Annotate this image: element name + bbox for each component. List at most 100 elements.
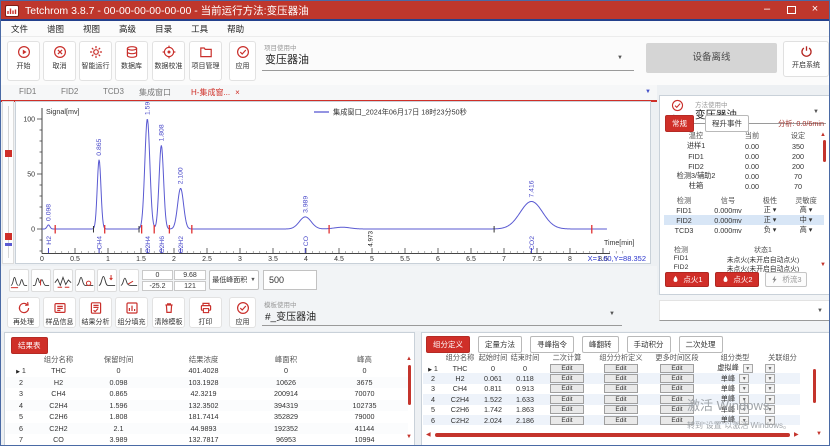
edit-button[interactable]: Edit bbox=[660, 405, 694, 414]
edit-button[interactable]: Edit bbox=[604, 384, 638, 393]
scroll-up-icon[interactable]: ▲ bbox=[406, 356, 412, 362]
tab-tcd3[interactable]: TCD3 bbox=[103, 87, 124, 96]
scroll-down-icon[interactable]: ▼ bbox=[816, 431, 822, 437]
tab--[interactable]: 集成窗口 bbox=[139, 87, 171, 98]
ignite-button-2[interactable]: 点火2 bbox=[715, 272, 759, 287]
scroll-right-icon[interactable]: ▶ bbox=[794, 432, 799, 438]
min-area-input[interactable] bbox=[263, 270, 317, 290]
definition-tab-5[interactable]: 手动积分 bbox=[627, 336, 671, 353]
edit-button[interactable]: Edit bbox=[550, 364, 584, 373]
definition-tab-4[interactable]: 峰翻转 bbox=[582, 336, 619, 353]
tab-fid2[interactable]: FID2 bbox=[61, 87, 78, 96]
edit-button[interactable]: Edit bbox=[660, 395, 694, 404]
toolbar-button-2[interactable]: 样品信息 bbox=[43, 297, 76, 328]
results-tab[interactable]: 结果表 bbox=[11, 337, 48, 354]
edit-button[interactable]: Edit bbox=[550, 395, 584, 404]
template-combo-value[interactable]: #_变压器油 bbox=[265, 308, 316, 323]
apply-button[interactable]: 应用 bbox=[229, 41, 256, 81]
edit-button[interactable]: Edit bbox=[604, 364, 638, 373]
dropdown-button[interactable]: ▼ bbox=[739, 395, 749, 404]
tab-fid1[interactable]: FID1 bbox=[19, 87, 36, 96]
dropdown-button[interactable]: ▼ bbox=[743, 364, 753, 373]
dropdown-button[interactable]: ▼ bbox=[765, 416, 775, 425]
toolbar-button-5[interactable]: 数据校准 bbox=[152, 41, 185, 81]
chevron-down-icon[interactable]: ▼ bbox=[609, 311, 615, 317]
peak-valley-icon[interactable] bbox=[53, 269, 73, 292]
definition-tab-2[interactable]: 定量方法 bbox=[478, 336, 522, 353]
toolbar-button-3[interactable]: 结果分析 bbox=[79, 297, 112, 328]
definition-tab-3[interactable]: 寻峰指令 bbox=[530, 336, 574, 353]
edit-button[interactable]: Edit bbox=[660, 364, 694, 373]
dropdown-button[interactable]: ▼ bbox=[765, 364, 775, 373]
edit-button[interactable]: Edit bbox=[604, 405, 638, 414]
edit-button[interactable]: Edit bbox=[660, 384, 694, 393]
dropdown-button[interactable]: ▼ bbox=[765, 374, 775, 383]
edit-button[interactable]: Edit bbox=[660, 416, 694, 425]
bridge-current-button[interactable]: 桥流3 bbox=[765, 272, 807, 287]
scroll-up-icon[interactable]: ▲ bbox=[820, 132, 826, 138]
dropdown-button[interactable]: ▼ bbox=[765, 384, 775, 393]
peak-overlap-icon[interactable] bbox=[31, 269, 51, 292]
dropdown-button[interactable]: ▼ bbox=[739, 384, 749, 393]
method-extra-dropdown[interactable]: ▼ bbox=[659, 300, 830, 321]
peak-tangent-icon[interactable] bbox=[75, 269, 95, 292]
menu-item[interactable]: 工具 bbox=[191, 23, 208, 35]
method-vscroll-thumb[interactable] bbox=[823, 140, 826, 162]
menu-item[interactable]: 文件 bbox=[11, 23, 28, 35]
definition-tab-6[interactable]: 二次处理 bbox=[679, 336, 723, 353]
dropdown-button[interactable]: ▼ bbox=[739, 405, 749, 414]
toolbar-button-2[interactable]: 取消 bbox=[43, 41, 76, 81]
peak-drop-icon[interactable] bbox=[97, 269, 117, 292]
toolbar-button-6[interactable]: 打印 bbox=[189, 297, 222, 328]
chromatogram-plot[interactable]: 05010000.511.522.533.544.555.566.577.588… bbox=[16, 102, 650, 263]
menu-item[interactable]: 帮助 bbox=[227, 23, 244, 35]
definition-tab-1[interactable]: 组分定义 bbox=[426, 336, 470, 353]
menu-item[interactable]: 视图 bbox=[83, 23, 100, 35]
toolbar-button-3[interactable]: 智能运行 bbox=[79, 41, 112, 81]
edit-button[interactable]: Edit bbox=[550, 416, 584, 425]
scroll-left-icon[interactable]: ◀ bbox=[426, 432, 431, 438]
tab-overflow-icon[interactable]: ▼ bbox=[645, 89, 651, 95]
close-button[interactable]: × bbox=[803, 1, 827, 19]
toolbar-button-5[interactable]: 清除模板 bbox=[152, 297, 185, 328]
y-axis-range-slider[interactable] bbox=[2, 101, 14, 264]
edit-button[interactable]: Edit bbox=[550, 374, 584, 383]
project-combo-value[interactable]: 变压器油 bbox=[265, 51, 309, 67]
ignite-button-1[interactable]: 点火1 bbox=[665, 272, 709, 287]
edit-button[interactable]: Edit bbox=[604, 395, 638, 404]
power-button[interactable]: 开启系统 bbox=[783, 41, 829, 77]
tab-active-integration-window[interactable]: H-集成窗...× bbox=[191, 87, 240, 98]
edit-button[interactable]: Edit bbox=[660, 374, 694, 383]
dropdown-button[interactable]: ▼ bbox=[765, 405, 775, 414]
peak-pair-icon[interactable] bbox=[9, 269, 29, 292]
toolbar-button-1[interactable]: 再处理 bbox=[7, 297, 40, 328]
apply-button[interactable]: 应用 bbox=[229, 297, 256, 328]
maximize-button[interactable] bbox=[779, 1, 803, 19]
toolbar-button-1[interactable]: 开始 bbox=[7, 41, 40, 81]
slider-handle-top[interactable] bbox=[5, 150, 12, 157]
dropdown-button[interactable]: ▼ bbox=[739, 374, 749, 383]
device-offline-button[interactable]: 设备离线 bbox=[646, 43, 777, 73]
edit-button[interactable]: Edit bbox=[550, 384, 584, 393]
scroll-down-icon[interactable]: ▼ bbox=[406, 434, 412, 440]
edit-button[interactable]: Edit bbox=[604, 416, 638, 425]
tab-program-events[interactable]: 程升事件 bbox=[705, 115, 749, 132]
definition-vscroll-thumb[interactable] bbox=[813, 369, 816, 403]
menu-item[interactable]: 谱图 bbox=[47, 23, 64, 35]
min-area-dropdown[interactable]: 最低峰面积▼ bbox=[209, 270, 259, 290]
edit-button[interactable]: Edit bbox=[604, 374, 638, 383]
toolbar-button-4[interactable]: 数据库 bbox=[115, 41, 148, 81]
tab-general[interactable]: 常规 bbox=[665, 115, 694, 132]
dropdown-button[interactable]: ▼ bbox=[739, 416, 749, 425]
slider-handle-bottom[interactable] bbox=[5, 233, 12, 240]
edit-button[interactable]: Edit bbox=[550, 405, 584, 414]
menu-item[interactable]: 高级 bbox=[119, 23, 136, 35]
menu-item[interactable]: 目录 bbox=[155, 23, 172, 35]
toolbar-button-4[interactable]: 组分填充 bbox=[115, 297, 148, 328]
definition-hscroll-thumb[interactable] bbox=[435, 433, 790, 437]
chevron-down-icon[interactable]: ▼ bbox=[617, 55, 623, 61]
toolbar-button-6[interactable]: 项目管理 bbox=[189, 41, 222, 81]
results-vscroll-thumb[interactable] bbox=[408, 365, 411, 405]
peak-skim-icon[interactable] bbox=[119, 269, 139, 292]
minimize-button[interactable]: – bbox=[755, 1, 779, 19]
